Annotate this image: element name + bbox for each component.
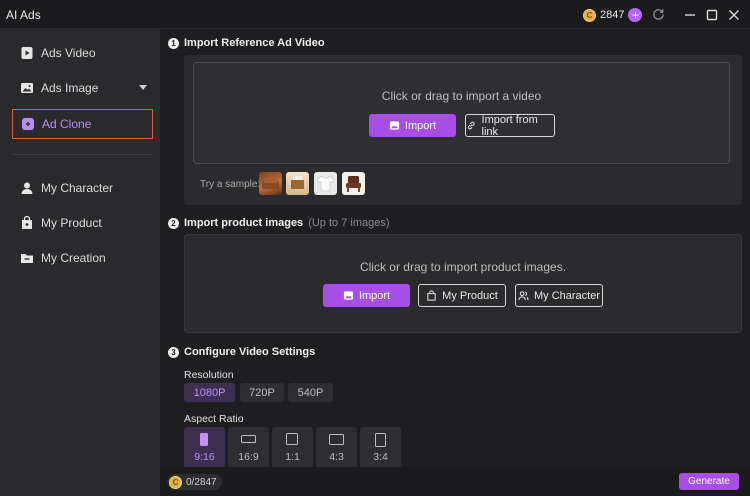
main-content: 1 Import Reference Ad Video Click or dra… — [160, 29, 750, 496]
aspect-option-3-4[interactable]: 3:4 — [360, 427, 401, 468]
title-bar: AI Ads C 2847 + — [0, 0, 750, 29]
resolution-option-720p[interactable]: 720P — [240, 383, 284, 402]
step1-heading: 1 Import Reference Ad Video — [168, 37, 325, 49]
product-images-dropzone[interactable]: Click or drag to import product images. … — [184, 234, 742, 333]
video-drop-text: Click or drag to import a video — [381, 89, 542, 103]
clone-icon — [20, 117, 35, 132]
import-label: Import — [358, 289, 391, 302]
credit-usage: C 0/2847 — [167, 474, 222, 490]
aspect-label: 9:16 — [194, 451, 215, 463]
folder-icon — [19, 251, 34, 266]
aspect-label: 4:3 — [329, 451, 344, 463]
aspect-label: 1:1 — [285, 451, 300, 463]
sidebar: Ads Video Ads Image Ad Clone My Characte… — [0, 29, 160, 496]
step3-title: Configure Video Settings — [184, 346, 316, 358]
person-icon — [19, 181, 34, 196]
link-icon — [467, 121, 475, 130]
my-product-button[interactable]: My Product — [418, 284, 506, 307]
add-credits-button[interactable]: + — [628, 8, 643, 22]
step-number: 2 — [168, 217, 179, 229]
sidebar-item-label: My Character — [41, 181, 114, 195]
aspect-option-1-1[interactable]: 1:1 — [272, 427, 313, 468]
sample-thumbnail-chair[interactable] — [342, 172, 365, 195]
import-link-label: Import from link — [481, 113, 538, 138]
product-drop-text: Click or drag to import product images. — [359, 260, 567, 274]
portrait-shape-icon — [375, 433, 386, 447]
sidebar-item-label: Ads Video — [41, 46, 96, 60]
resolution-option-540p[interactable]: 540P — [288, 383, 333, 402]
coin-icon: C — [583, 8, 596, 22]
step2-heading: 2 Import product images (Up to 7 images) — [168, 217, 390, 229]
resolution-label: Resolution — [184, 369, 234, 381]
coin-icon: C — [169, 475, 182, 489]
sidebar-item-my-creation[interactable]: My Creation — [12, 243, 153, 273]
square-shape-icon — [286, 433, 298, 445]
refresh-icon[interactable] — [651, 7, 666, 22]
resolution-option-1080p[interactable]: 1080P — [184, 383, 235, 402]
sidebar-item-ad-clone[interactable]: Ad Clone — [12, 109, 153, 139]
my-product-label: My Product — [442, 289, 498, 302]
sample-label: Try a sample: — [200, 179, 261, 190]
maximize-icon[interactable] — [704, 7, 720, 23]
credit-usage-text: 0/2847 — [186, 476, 217, 488]
sidebar-item-ads-image[interactable]: Ads Image — [12, 73, 153, 103]
portrait-shape-icon — [200, 433, 208, 446]
close-icon[interactable] — [726, 7, 742, 23]
import-product-button[interactable]: Import — [323, 284, 410, 307]
video-dropzone[interactable]: Click or drag to import a video Import I… — [193, 62, 730, 164]
chevron-down-icon[interactable] — [139, 85, 147, 90]
aspect-ratio-label: Aspect Ratio — [184, 413, 244, 425]
step1-title: Import Reference Ad Video — [184, 37, 325, 49]
aspect-option-16-9[interactable]: 16:9 — [228, 427, 269, 468]
sidebar-item-my-product[interactable]: My Product — [12, 208, 153, 238]
import-video-button[interactable]: Import — [369, 114, 456, 137]
aspect-option-9-16[interactable]: 9:16 — [184, 427, 225, 468]
product-icon — [19, 216, 34, 231]
people-icon — [518, 291, 529, 301]
generate-button[interactable]: Generate — [679, 473, 739, 490]
image-icon — [343, 291, 353, 300]
step2-subtitle: (Up to 7 images) — [308, 217, 390, 229]
my-character-label: My Character — [533, 289, 601, 302]
image-icon — [389, 121, 399, 130]
credits-display: C 2847 + — [583, 6, 643, 24]
sidebar-item-my-character[interactable]: My Character — [12, 173, 153, 203]
bag-icon — [427, 290, 436, 301]
landscape-shape-icon — [329, 434, 344, 445]
step-number: 3 — [168, 346, 179, 358]
sample-thumbnail-sofa[interactable] — [259, 172, 282, 195]
reference-video-panel: Click or drag to import a video Import I… — [184, 55, 742, 205]
aspect-label: 3:4 — [373, 451, 388, 463]
my-character-button[interactable]: My Character — [515, 284, 603, 307]
video-icon — [19, 46, 34, 61]
sidebar-item-label: My Creation — [41, 251, 106, 265]
aspect-option-4-3[interactable]: 4:3 — [316, 427, 357, 468]
minimize-icon[interactable] — [682, 7, 698, 23]
import-label: Import — [404, 119, 437, 132]
sidebar-item-label: Ads Image — [41, 81, 99, 95]
step3-heading: 3 Configure Video Settings — [168, 346, 315, 358]
sidebar-item-label: Ad Clone — [42, 117, 92, 131]
app-title: AI Ads — [6, 8, 41, 22]
sidebar-item-ads-video[interactable]: Ads Video — [12, 38, 153, 68]
sidebar-divider — [12, 154, 153, 155]
landscape-shape-icon — [241, 435, 256, 443]
import-from-link-button[interactable]: Import from link — [465, 113, 555, 138]
footer-bar: C 0/2847 Generate — [160, 467, 750, 496]
sample-thumbnail-table[interactable] — [286, 172, 309, 195]
step-number: 1 — [168, 37, 179, 49]
image-icon — [19, 81, 34, 96]
aspect-label: 16:9 — [238, 451, 259, 463]
step2-title: Import product images — [184, 217, 304, 229]
credits-count: 2847 — [600, 9, 625, 21]
sample-thumbnail-sweater[interactable] — [314, 172, 337, 195]
sidebar-item-label: My Product — [41, 216, 102, 230]
